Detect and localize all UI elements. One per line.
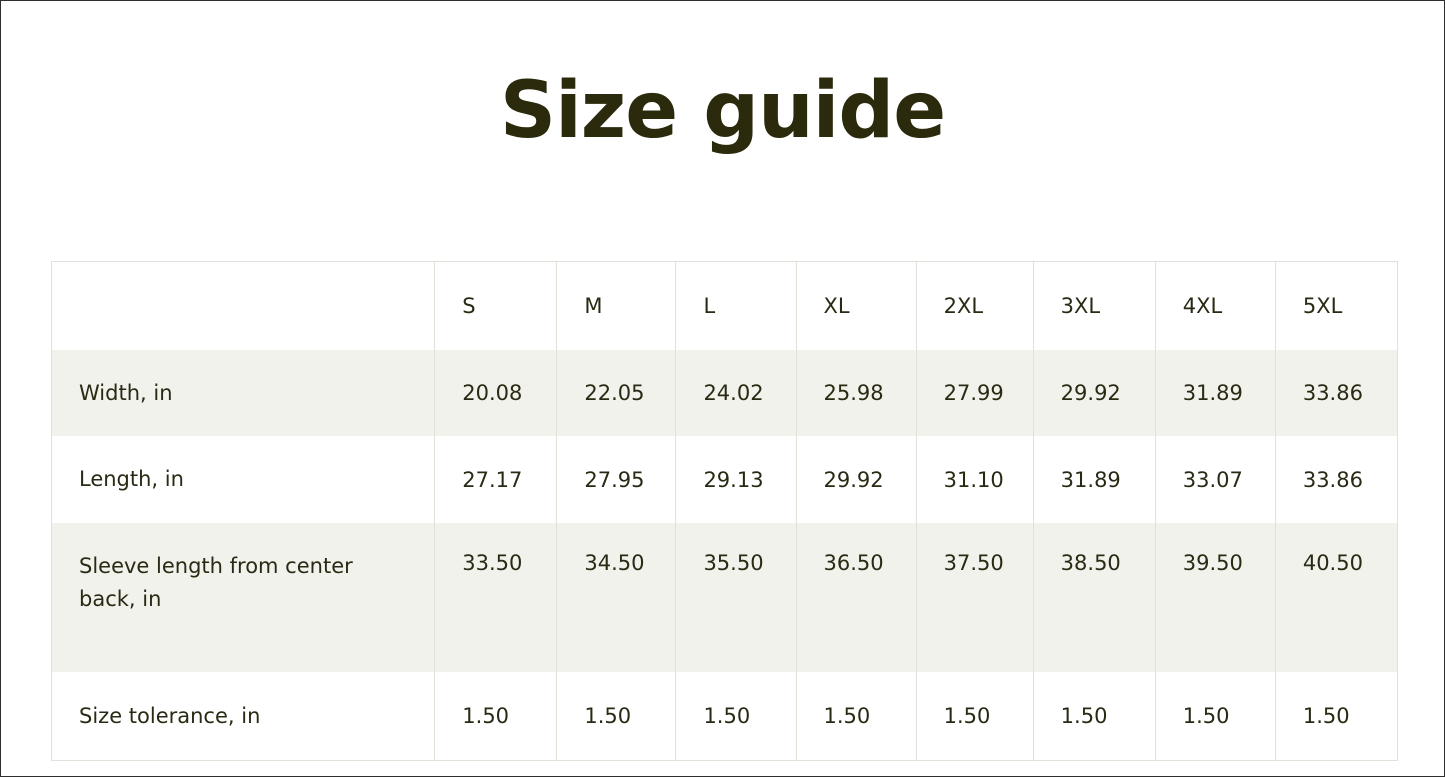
table-cell: 33.07 <box>1155 436 1276 523</box>
table-cell: 29.92 <box>796 436 917 523</box>
table-cell: 22.05 <box>556 350 677 436</box>
table-header-row: S M L XL 2XL 3XL 4XL 5XL <box>51 261 1398 350</box>
header-empty-cell <box>51 261 436 350</box>
table-cell: 33.50 <box>434 523 558 672</box>
table-cell: 20.08 <box>434 350 558 436</box>
table-cell: 1.50 <box>1302 704 1350 728</box>
table-cell: 33.86 <box>1302 467 1363 492</box>
page-title: Size guide <box>499 66 946 156</box>
table-cell: 34.50 <box>556 523 677 672</box>
row-label: Sleeve length from center back, in <box>51 523 436 672</box>
table-cell: 31.10 <box>916 436 1034 523</box>
table-cell: 1.50 <box>556 672 677 761</box>
table-cell: 39.50 <box>1155 523 1276 672</box>
table-cell: 37.50 <box>916 523 1034 672</box>
table-cell: 33.86 <box>1275 350 1398 436</box>
table-cell: 38.50 <box>1033 523 1156 672</box>
table-cell: 1.50 <box>796 672 917 761</box>
size-header-5xl: 5XL <box>1302 294 1343 318</box>
table-cell: 27.95 <box>556 436 677 523</box>
table-cell: 29.13 <box>675 436 797 523</box>
table-cell: 24.02 <box>675 350 797 436</box>
table-cell: 29.92 <box>1033 350 1156 436</box>
table-row-length: Length, in 27.17 27.95 29.13 29.92 31.10… <box>51 436 1398 523</box>
table-cell: 27.99 <box>916 350 1034 436</box>
size-table: S M L XL 2XL 3XL 4XL 5XL Width, in 20.08… <box>51 261 1398 761</box>
table-cell: 40.50 <box>1275 523 1398 672</box>
table-cell: 25.98 <box>796 350 917 436</box>
size-header-4xl: 4XL <box>1155 261 1276 350</box>
table-cell: 1.50 <box>1033 672 1156 761</box>
table-cell: 1.50 <box>675 672 797 761</box>
size-guide-panel: Size guide S M L XL 2XL 3XL 4XL 5XL Widt… <box>0 0 1445 777</box>
table-cell: 31.89 <box>1155 350 1276 436</box>
size-header-m: M <box>556 261 677 350</box>
row-label: Size tolerance, in <box>51 672 436 761</box>
table-cell: 1.50 <box>434 672 558 761</box>
table-cell: 27.17 <box>434 436 558 523</box>
table-row-sleeve-length: Sleeve length from center back, in 33.50… <box>51 523 1398 672</box>
table-cell: 1.50 <box>1155 672 1276 761</box>
size-header-xl: XL <box>796 261 917 350</box>
table-cell: 35.50 <box>675 523 797 672</box>
size-header-l: L <box>675 261 797 350</box>
table-cell: 36.50 <box>796 523 917 672</box>
size-header-s: S <box>434 261 558 350</box>
table-cell: 31.89 <box>1033 436 1156 523</box>
table-cell: 1.50 <box>916 672 1034 761</box>
row-label: Length, in <box>51 436 436 523</box>
size-header-2xl: 2XL <box>916 261 1034 350</box>
row-label: Width, in <box>51 350 436 436</box>
table-row-size-tolerance: Size tolerance, in 1.50 1.50 1.50 1.50 1… <box>51 672 1398 761</box>
size-header-3xl: 3XL <box>1033 261 1156 350</box>
table-row-width: Width, in 20.08 22.05 24.02 25.98 27.99 … <box>51 350 1398 436</box>
